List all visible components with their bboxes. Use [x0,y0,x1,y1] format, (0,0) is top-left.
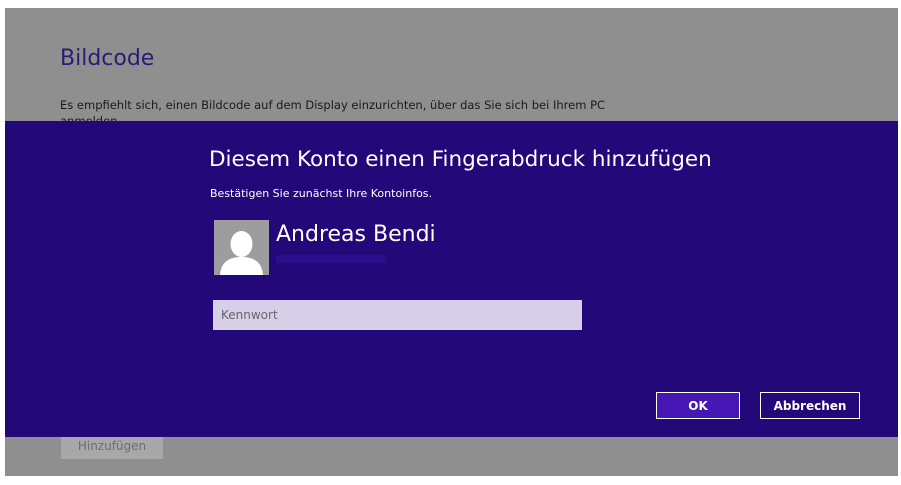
user-name: Andreas Bendi [276,222,436,247]
dialog-title: Diesem Konto einen Fingerabdruck hinzufü… [209,147,712,172]
user-silhouette-icon [214,220,269,275]
password-input[interactable] [213,300,582,330]
user-avatar-icon [214,220,269,275]
add-fingerprint-dialog: Diesem Konto einen Fingerabdruck hinzufü… [5,121,898,437]
cancel-button[interactable]: Abbrechen [760,392,860,419]
dialog-subtitle: Bestätigen Sie zunächst Ihre Kontoinfos. [210,187,433,200]
ok-button[interactable]: OK [656,392,740,419]
user-email-redacted [276,255,386,263]
page-title: Bildcode [60,46,155,71]
settings-window: Bildcode Es empfiehlt sich, einen Bildco… [5,8,898,476]
